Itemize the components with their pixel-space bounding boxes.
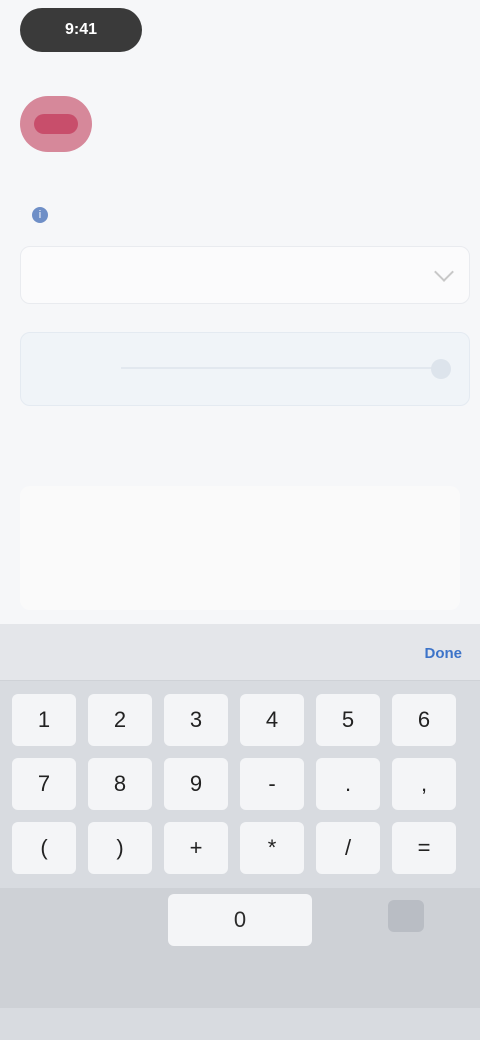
backspace-icon[interactable]: [388, 900, 424, 932]
keyboard-toolbar: Done: [0, 624, 480, 681]
key[interactable]: ,: [392, 758, 456, 810]
key[interactable]: 9: [164, 758, 228, 810]
chevron-down-icon: [434, 262, 454, 282]
status-time-pill: 9:41: [20, 8, 142, 52]
key-row-2: 7 8 9 - . ,: [12, 758, 468, 810]
key-zero[interactable]: 0: [168, 894, 312, 946]
key[interactable]: =: [392, 822, 456, 874]
info-card: [20, 486, 460, 610]
key-row-3: ( ) + * / =: [12, 822, 468, 874]
numeric-keyboard: Done 1 2 3 4 5 6 7 8 9 - . , ( ) + * / =…: [0, 624, 480, 1040]
status-right-indicator: [386, 20, 442, 34]
key[interactable]: (: [12, 822, 76, 874]
key[interactable]: 7: [12, 758, 76, 810]
key[interactable]: +: [164, 822, 228, 874]
key[interactable]: 8: [88, 758, 152, 810]
key-row-1: 1 2 3 4 5 6: [12, 694, 468, 746]
app-header: [20, 96, 460, 160]
select-field[interactable]: [20, 246, 470, 304]
keyboard-bottom-row: 0: [0, 888, 480, 1008]
key[interactable]: 1: [12, 694, 76, 746]
app-logo: [20, 96, 92, 152]
input-underline: [121, 367, 441, 369]
helper-row: [24, 424, 34, 444]
clear-icon[interactable]: [431, 359, 451, 379]
key[interactable]: -: [240, 758, 304, 810]
info-icon[interactable]: i: [32, 207, 48, 223]
key[interactable]: 2: [88, 694, 152, 746]
key[interactable]: 5: [316, 694, 380, 746]
done-button[interactable]: Done: [402, 642, 463, 664]
key[interactable]: .: [316, 758, 380, 810]
key[interactable]: *: [240, 822, 304, 874]
key[interactable]: 6: [392, 694, 456, 746]
key[interactable]: 3: [164, 694, 228, 746]
field-label-row: i: [24, 204, 48, 226]
key[interactable]: /: [316, 822, 380, 874]
key[interactable]: ): [88, 822, 152, 874]
key[interactable]: 4: [240, 694, 304, 746]
amount-input[interactable]: [20, 332, 470, 406]
